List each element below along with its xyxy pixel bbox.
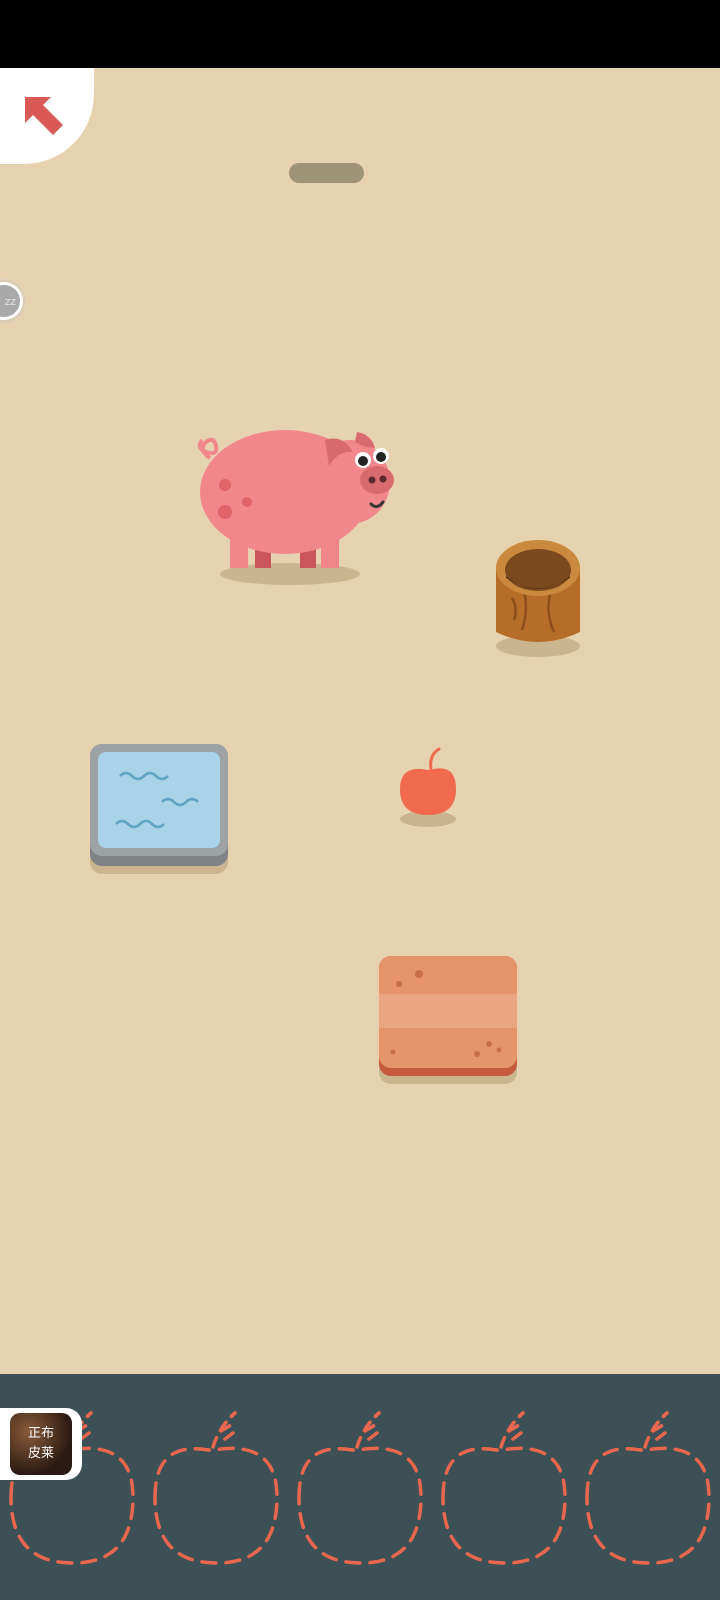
apple-outline-icon[interactable] (439, 1405, 569, 1570)
status-bar (0, 0, 720, 68)
sleep-label: zz (0, 285, 20, 317)
progress-pill (289, 163, 364, 183)
apple-outline-icon[interactable] (151, 1405, 281, 1570)
apple-food[interactable] (396, 745, 466, 829)
arrow-up-left-icon (25, 97, 63, 135)
apple-outline-icon[interactable] (295, 1405, 425, 1570)
clay-brick[interactable] (377, 952, 519, 1086)
floating-ad-thumbnail[interactable]: 正布 皮莱 (0, 1408, 82, 1480)
ad-image: 正布 皮莱 (10, 1413, 72, 1475)
play-field (0, 68, 720, 1374)
water-trough[interactable] (86, 740, 232, 876)
apple-outline-icon[interactable] (583, 1405, 713, 1570)
wooden-barrel[interactable] (494, 528, 584, 660)
pig-character[interactable] (185, 420, 405, 590)
